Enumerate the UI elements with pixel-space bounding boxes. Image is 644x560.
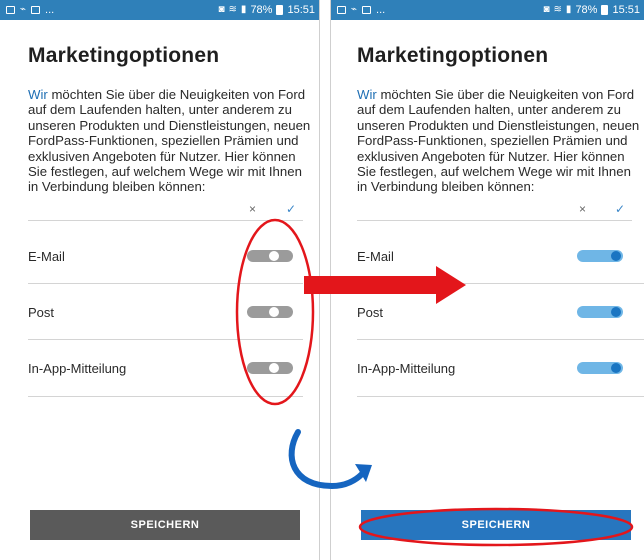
status-bar: ⌁ ... ◙ ≋ ▮ 78% 15:51 xyxy=(331,0,644,20)
intro-lead: Wir xyxy=(28,87,48,102)
wifi-icon: ≋ xyxy=(553,4,562,15)
email-toggle[interactable] xyxy=(247,250,293,262)
alarm-icon: ◙ xyxy=(218,4,225,15)
page-title: Marketingoptionen xyxy=(28,44,220,67)
signal-icon: ▮ xyxy=(565,4,572,15)
toggle-knob xyxy=(611,363,621,373)
intro-body: möchten Sie über die Neuigkeiten von For… xyxy=(357,87,640,195)
video-icon xyxy=(31,6,41,14)
wifi-icon: ≋ xyxy=(228,4,237,15)
cast-icon: ⌁ xyxy=(351,4,358,15)
column-header-accept: ✓ xyxy=(286,202,297,216)
option-label-email: E-Mail xyxy=(357,249,394,264)
battery-percent: 78% xyxy=(250,4,273,16)
page-title: Marketingoptionen xyxy=(357,44,549,67)
clock: 15:51 xyxy=(287,4,315,16)
column-header-decline: × xyxy=(579,202,587,216)
post-toggle[interactable] xyxy=(577,306,623,318)
comparison-stage: ⌁ ... ◙ ≋ ▮ 78% 15:51 Marketingoptionen … xyxy=(0,0,644,560)
intro-lead: Wir xyxy=(357,87,377,102)
post-toggle[interactable] xyxy=(247,306,293,318)
row-divider xyxy=(357,283,644,284)
battery-percent: 78% xyxy=(575,4,598,16)
clock: 15:51 xyxy=(612,4,640,16)
row-divider xyxy=(357,396,644,397)
column-header-decline: × xyxy=(249,202,257,216)
toggle-knob xyxy=(611,307,621,317)
save-button[interactable]: SPEICHERN xyxy=(30,510,300,540)
option-label-in-app: In-App-Mitteilung xyxy=(357,361,456,376)
intro-text: Wir möchten Sie über die Neuigkeiten von… xyxy=(357,87,642,195)
option-label-post: Post xyxy=(357,305,384,320)
toggle-knob xyxy=(269,363,279,373)
signal-icon: ▮ xyxy=(240,4,247,15)
battery-icon xyxy=(601,5,609,15)
option-label-email: E-Mail xyxy=(28,249,65,264)
cast-icon: ⌁ xyxy=(20,4,27,15)
toggle-knob xyxy=(611,251,621,261)
email-toggle[interactable] xyxy=(577,250,623,262)
column-header-accept: ✓ xyxy=(615,202,626,216)
header-divider xyxy=(28,220,303,221)
in-app-toggle[interactable] xyxy=(577,362,623,374)
header-divider xyxy=(357,220,632,221)
phone-screen-before: ⌁ ... ◙ ≋ ▮ 78% 15:51 Marketingoptionen … xyxy=(0,0,320,560)
save-button[interactable]: SPEICHERN xyxy=(361,510,631,540)
intro-body: möchten Sie über die Neuigkeiten von For… xyxy=(28,87,311,195)
status-bar: ⌁ ... ◙ ≋ ▮ 78% 15:51 xyxy=(0,0,319,20)
alarm-icon: ◙ xyxy=(543,4,550,15)
row-divider xyxy=(28,283,303,284)
status-dots: ... xyxy=(376,4,386,16)
phone-screen-after: ⌁ ... ◙ ≋ ▮ 78% 15:51 Marketingoptionen … xyxy=(330,0,644,560)
intro-text: Wir möchten Sie über die Neuigkeiten von… xyxy=(28,87,313,195)
toggle-knob xyxy=(269,307,279,317)
status-dots: ... xyxy=(45,4,55,16)
option-label-in-app: In-App-Mitteilung xyxy=(28,361,127,376)
option-label-post: Post xyxy=(28,305,55,320)
gallery-icon xyxy=(337,6,346,14)
row-divider xyxy=(28,396,303,397)
row-divider xyxy=(357,339,644,340)
video-icon xyxy=(362,6,372,14)
in-app-toggle[interactable] xyxy=(247,362,293,374)
gallery-icon xyxy=(6,6,15,14)
row-divider xyxy=(28,339,303,340)
battery-icon xyxy=(276,5,284,15)
toggle-knob xyxy=(269,251,279,261)
